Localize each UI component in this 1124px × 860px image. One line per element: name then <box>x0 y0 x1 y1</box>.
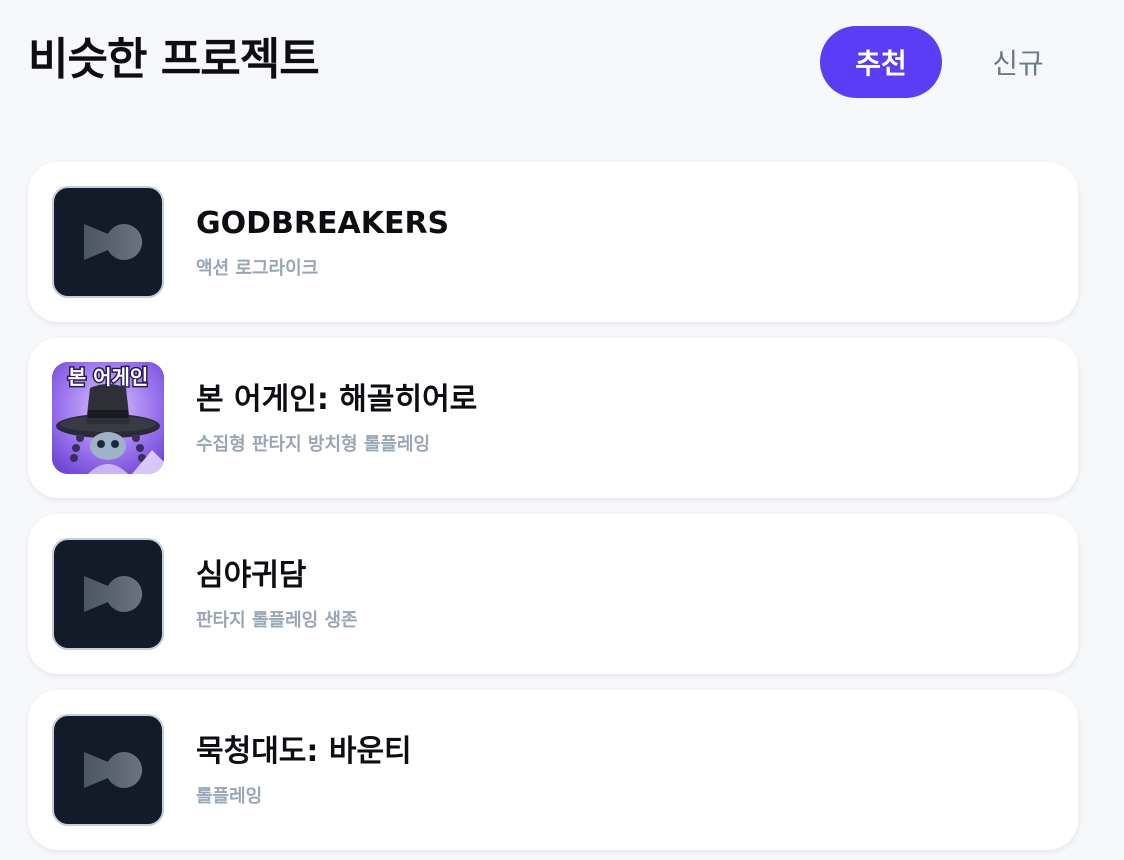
project-tags: 액션 로그라이크 <box>196 258 319 279</box>
project-card-simya[interactable]: 심야귀담 판타지 롤플레잉 생존 <box>28 514 1078 674</box>
placeholder-thumbnail-icon <box>52 186 164 298</box>
placeholder-thumbnail-icon <box>52 714 164 826</box>
page-title: 비슷한 프로젝트 <box>28 34 320 85</box>
tab-recommended[interactable]: 추천 <box>820 26 942 98</box>
game-art-icon: 본 어게인 <box>52 362 164 474</box>
placeholder-thumbnail-icon <box>52 538 164 650</box>
project-tags: 수집형 판타지 방치형 롤플레잉 <box>196 434 431 455</box>
header: 비슷한 프로젝트 추천 신규 <box>0 0 1124 124</box>
project-tags: 판타지 롤플레잉 생존 <box>196 610 358 631</box>
project-card-mukcheong[interactable]: 묵청대도: 바운티 롤플레잉 <box>28 690 1078 850</box>
project-name: 본 어게인: 해골히어로 <box>196 382 478 417</box>
project-name: GODBREAKERS <box>196 206 450 241</box>
project-name: 심야귀담 <box>196 558 307 593</box>
project-card-bone-again[interactable]: 본 어게인 본 어게인: 해골히어로 수집형 판타지 방치형 롤플레잉 <box>28 338 1078 498</box>
project-card-godbreakers[interactable]: GODBREAKERS 액션 로그라이크 <box>28 162 1078 322</box>
svg-text:본 어게인: 본 어게인 <box>68 365 149 389</box>
project-name: 묵청대도: 바운티 <box>196 734 412 769</box>
tab-new[interactable]: 신규 <box>958 26 1078 98</box>
project-tags: 롤플레잉 <box>196 786 263 807</box>
